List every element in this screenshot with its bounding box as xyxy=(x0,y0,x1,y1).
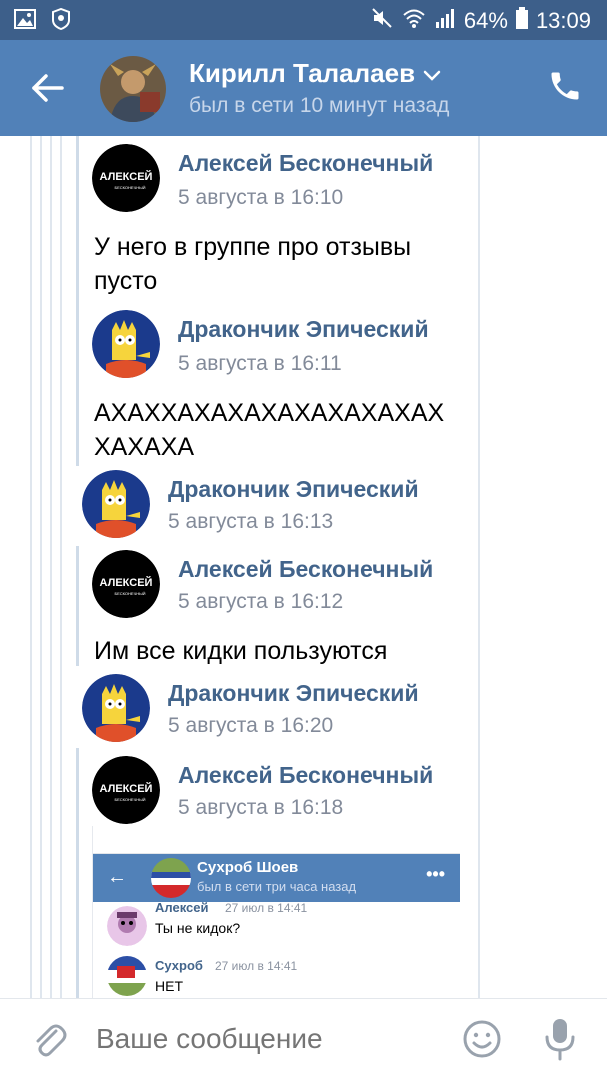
forward-indent-line xyxy=(50,136,52,998)
screenshot-message-author: Сухроб xyxy=(155,958,203,973)
forward-indent-line xyxy=(40,136,42,998)
svg-text:БЕСКОНЕЧНЫЙ: БЕСКОНЕЧНЫЙ xyxy=(114,797,145,802)
forward-bar xyxy=(76,546,79,666)
signal-icon xyxy=(434,7,456,35)
app-notification-icon xyxy=(50,7,72,35)
wifi-icon xyxy=(402,7,426,35)
microphone-icon[interactable] xyxy=(542,1017,578,1061)
chevron-down-icon xyxy=(423,58,441,89)
message-list[interactable]: АЛЕКСЕЙ БЕСКОНЕЧНЫЙ Алексей Бесконечный 5… xyxy=(0,136,607,998)
emoji-icon[interactable] xyxy=(462,1019,502,1059)
author-avatar[interactable] xyxy=(82,470,150,538)
message-text: АХАХХАХАХАХАХАХАХАХАХ ХАХАХА xyxy=(94,396,444,464)
gallery-notification-icon xyxy=(14,8,36,35)
contact-name[interactable]: Кирилл Талалаев xyxy=(189,58,441,89)
contact-avatar[interactable] xyxy=(100,56,166,122)
paperclip-icon[interactable] xyxy=(28,1019,68,1059)
clock: 13:09 xyxy=(535,8,591,33)
message-composer xyxy=(0,998,607,1080)
screenshot-top-strip xyxy=(93,826,460,854)
forward-indent-line xyxy=(60,136,62,998)
screenshot-avatar xyxy=(151,858,191,898)
message-line: пусто xyxy=(94,267,158,295)
back-arrow-icon: ← xyxy=(107,866,127,888)
back-arrow-icon[interactable] xyxy=(26,66,70,110)
mute-icon xyxy=(370,6,394,36)
author-avatar[interactable] xyxy=(92,310,160,378)
message-line: АХАХХАХАХАХАХАХАХАХАХ xyxy=(94,399,445,427)
contact-name-text: Кирилл Талалаев xyxy=(189,58,416,88)
screenshot-message-author: Алексей xyxy=(155,900,209,915)
screenshot-message-time: 27 июл в 14:41 xyxy=(215,959,298,973)
message-author[interactable]: Дракончик Эпический xyxy=(178,316,429,343)
author-avatar[interactable] xyxy=(82,674,150,742)
svg-text:АЛЕКСЕЙ: АЛЕКСЕЙ xyxy=(100,170,153,183)
forward-bar xyxy=(76,748,79,998)
message-line: Им все кидки пользуются xyxy=(94,637,388,665)
svg-text:БЕСКОНЕЧНЫЙ: БЕСКОНЕЧНЫЙ xyxy=(114,591,145,596)
screenshot-contact-name: Сухроб Шоев xyxy=(197,859,299,876)
message-author[interactable]: Дракончик Эпический xyxy=(168,680,419,707)
battery-icon xyxy=(515,7,528,35)
message-date: 5 августа в 16:20 xyxy=(168,714,334,737)
message-author[interactable]: Алексей Бесконечный xyxy=(178,150,433,177)
message-date: 5 августа в 16:10 xyxy=(178,186,344,209)
screenshot-author-avatar xyxy=(107,906,147,946)
author-avatar[interactable]: АЛЕКСЕЙ БЕСКОНЕЧНЫЙ xyxy=(92,144,160,212)
message-author[interactable]: Алексей Бесконечный xyxy=(178,762,433,789)
forward-bar xyxy=(76,136,79,466)
attached-screenshot[interactable]: ← Сухроб Шоев был в сети три часа назад … xyxy=(92,826,460,998)
screenshot-contact-status: был в сети три часа назад xyxy=(197,879,357,894)
svg-text:АЛЕКСЕЙ: АЛЕКСЕЙ xyxy=(100,782,153,795)
chat-header: Кирилл Талалаев был в сети 10 минут наза… xyxy=(0,40,607,136)
screenshot-message-time: 27 июл в 14:41 xyxy=(225,901,308,915)
message-date: 5 августа в 16:12 xyxy=(178,590,344,613)
screenshot-author-avatar xyxy=(107,956,147,996)
author-avatar[interactable]: АЛЕКСЕЙ БЕСКОНЕЧНЫЙ xyxy=(92,756,160,824)
message-text: У него в группе про отзывы пусто xyxy=(94,230,411,298)
message-date: 5 августа в 16:13 xyxy=(168,510,334,533)
message-line: ХАХАХА xyxy=(94,433,195,461)
phone-icon[interactable] xyxy=(547,68,583,104)
screenshot-message-text: НЕТ xyxy=(155,978,183,994)
message-author[interactable]: Алексей Бесконечный xyxy=(178,556,433,583)
status-bar: 64% 13:09 xyxy=(0,0,607,40)
screenshot-header: ← Сухроб Шоев был в сети три часа назад … xyxy=(93,854,460,902)
message-text: Им все кидки пользуются xyxy=(94,634,387,668)
message-date: 5 августа в 16:11 xyxy=(178,352,342,375)
contact-last-seen: был в сети 10 минут назад xyxy=(189,94,450,117)
chat-border-line xyxy=(478,136,480,998)
message-date: 5 августа в 16:18 xyxy=(178,796,344,819)
message-line: У него в группе про отзывы xyxy=(94,233,412,261)
svg-text:АЛЕКСЕЙ: АЛЕКСЕЙ xyxy=(100,576,153,589)
more-icon: ••• xyxy=(426,864,445,884)
screenshot-message-text: Ты не кидок? xyxy=(155,920,241,936)
author-avatar[interactable]: АЛЕКСЕЙ БЕСКОНЕЧНЫЙ xyxy=(92,550,160,618)
message-input[interactable] xyxy=(96,1023,436,1055)
svg-text:БЕСКОНЕЧНЫЙ: БЕСКОНЕЧНЫЙ xyxy=(114,185,145,190)
battery-percent: 64% xyxy=(463,8,508,33)
message-author[interactable]: Дракончик Эпический xyxy=(168,476,419,503)
forward-indent-line xyxy=(30,136,32,998)
